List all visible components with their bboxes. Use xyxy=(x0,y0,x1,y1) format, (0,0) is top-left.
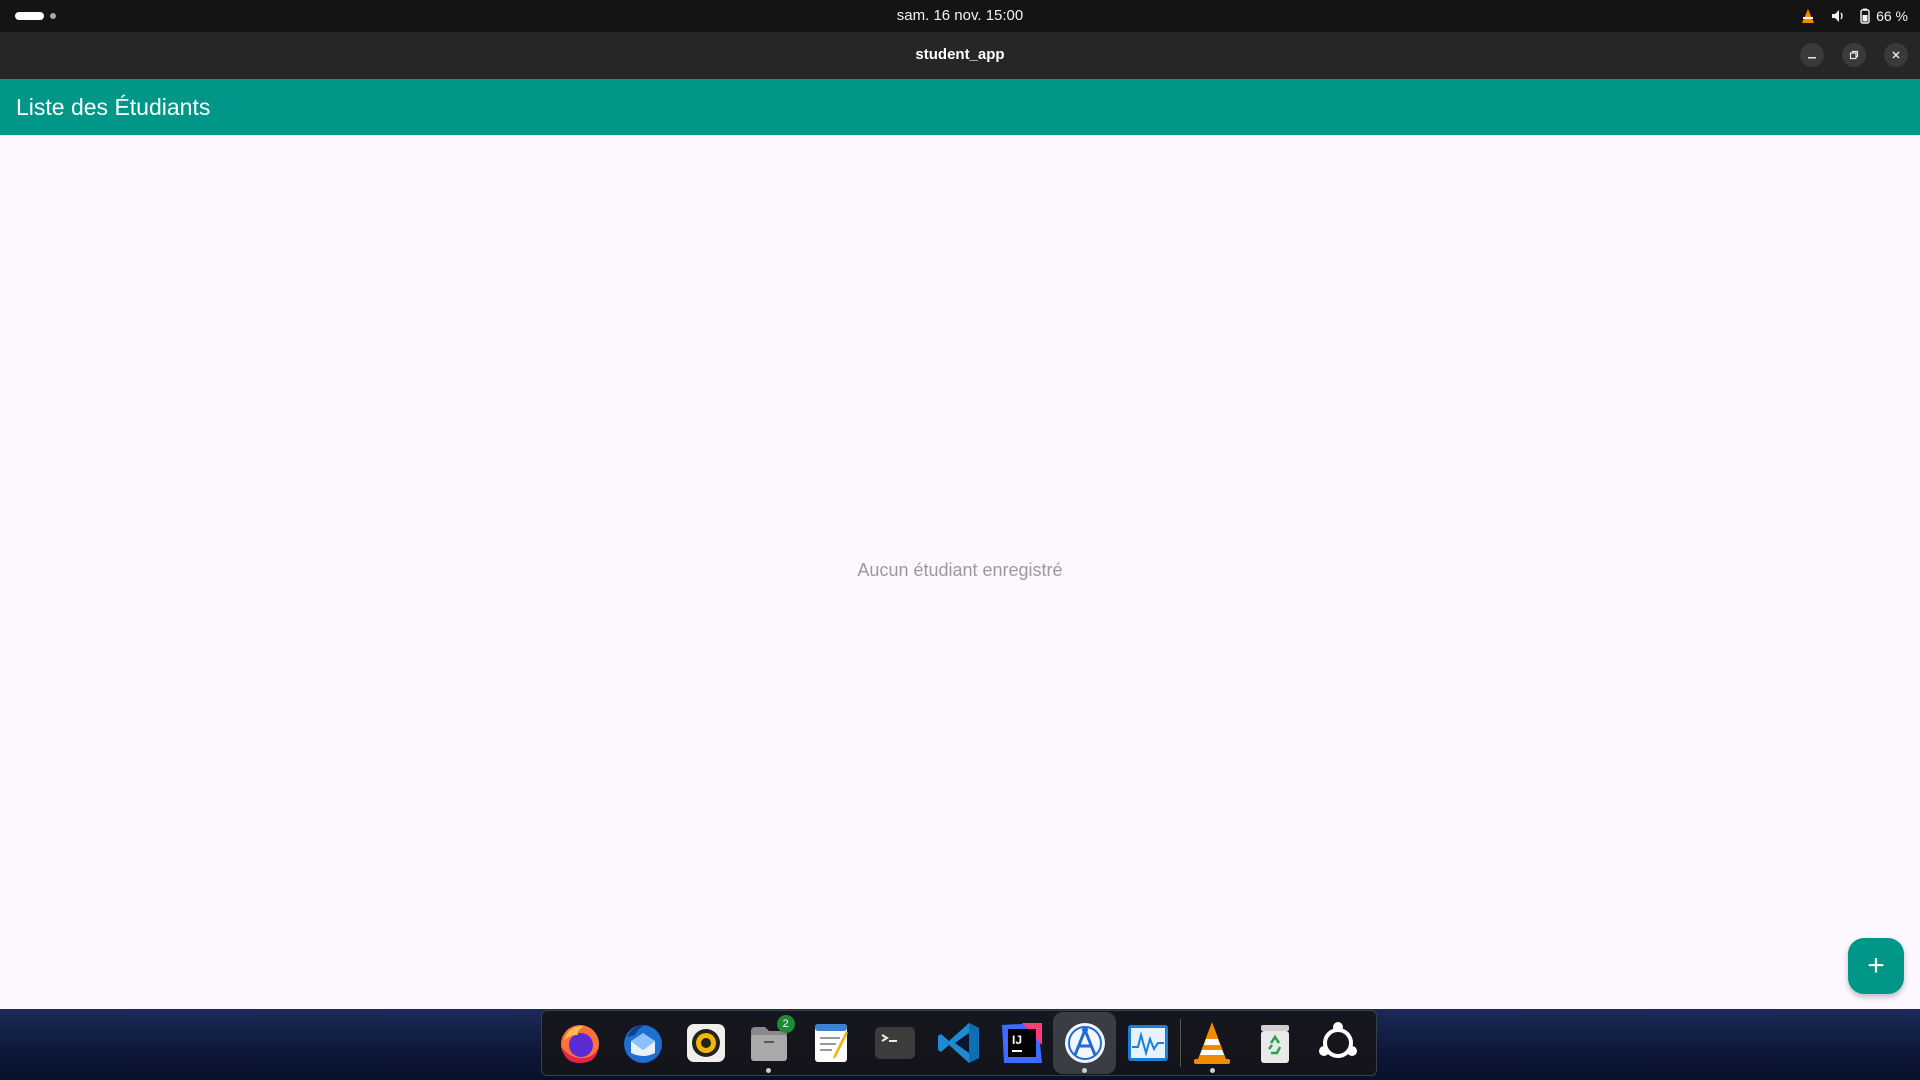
dock: 2 IJ xyxy=(541,1010,1377,1076)
dock-item-text-editor[interactable] xyxy=(801,1012,864,1074)
trash-icon xyxy=(1261,1025,1290,1063)
vlc-tray-icon[interactable] xyxy=(1800,8,1816,24)
vscode-icon xyxy=(937,1023,979,1063)
window-titlebar[interactable]: student_app xyxy=(0,32,1920,80)
page-title: Liste des Étudiants xyxy=(16,94,211,120)
dock-item-terminal[interactable] xyxy=(864,1012,927,1074)
android-studio-icon xyxy=(1064,1023,1105,1063)
show-apps-icon xyxy=(1319,1022,1358,1058)
thunderbird-icon xyxy=(623,1025,662,1063)
volume-icon[interactable] xyxy=(1830,8,1846,24)
terminal-icon xyxy=(875,1027,916,1059)
dock-item-files[interactable]: 2 xyxy=(737,1012,800,1074)
add-student-button[interactable]: + xyxy=(1848,938,1904,994)
close-icon xyxy=(1892,51,1900,59)
running-indicator xyxy=(766,1068,772,1073)
files-notification-badge: 2 xyxy=(776,1015,795,1033)
text-editor-icon xyxy=(815,1024,849,1062)
dock-item-intellij[interactable]: IJ xyxy=(990,1012,1053,1074)
firefox-icon xyxy=(560,1025,599,1063)
running-indicator xyxy=(1082,1068,1088,1073)
rhythmbox-icon xyxy=(686,1024,725,1062)
dock-item-rhythmbox[interactable] xyxy=(674,1012,737,1074)
system-top-bar: sam. 16 nov. 15:00 66 % xyxy=(0,0,1920,32)
system-monitor-icon xyxy=(1127,1025,1168,1061)
dock-item-trash[interactable] xyxy=(1244,1012,1307,1074)
dock-item-android-studio[interactable] xyxy=(1053,1012,1117,1074)
minimize-icon xyxy=(1808,57,1816,59)
battery-icon xyxy=(1860,8,1870,24)
minimize-button[interactable] xyxy=(1800,43,1824,67)
close-button[interactable] xyxy=(1884,43,1908,67)
system-tray[interactable]: 66 % xyxy=(1800,0,1908,32)
vlc-icon xyxy=(1194,1022,1231,1064)
window-title: student_app xyxy=(915,46,1005,63)
battery-indicator[interactable]: 66 % xyxy=(1860,8,1908,24)
dock-item-show-apps[interactable] xyxy=(1307,1012,1370,1074)
running-indicator xyxy=(1209,1068,1215,1073)
restore-icon xyxy=(1849,50,1859,60)
clock[interactable]: sam. 16 nov. 15:00 xyxy=(0,0,1920,32)
svg-text:IJ: IJ xyxy=(1012,1033,1022,1047)
dock-item-system-monitor[interactable] xyxy=(1116,1012,1179,1074)
student-list-area: Aucun étudiant enregistré + xyxy=(0,135,1920,1009)
dock-item-vscode[interactable] xyxy=(927,1012,990,1074)
app-bar: Liste des Étudiants xyxy=(0,79,1920,135)
battery-percentage: 66 % xyxy=(1876,8,1908,24)
dock-item-vlc[interactable] xyxy=(1181,1012,1244,1074)
dock-item-thunderbird[interactable] xyxy=(611,1012,674,1074)
intellij-icon: IJ xyxy=(1001,1023,1042,1063)
empty-state-message: Aucun étudiant enregistré xyxy=(857,560,1063,580)
dock-item-firefox[interactable] xyxy=(548,1012,611,1074)
maximize-button[interactable] xyxy=(1842,43,1866,67)
